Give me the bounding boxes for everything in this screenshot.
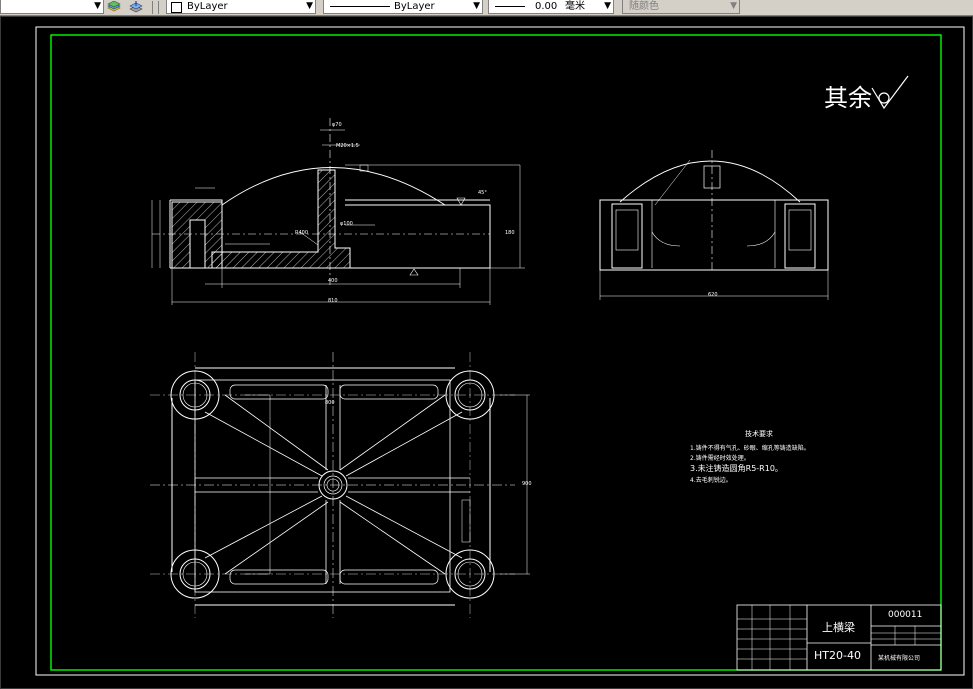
tech-requirement-3: 3.未注铸造圆角R5-R10。	[690, 464, 783, 473]
color-control-combo[interactable]: ByLayer ▼	[166, 0, 316, 14]
layer-previous-icon[interactable]	[107, 1, 121, 13]
tech-requirements-title: 技术要求	[745, 430, 773, 438]
front-view-section-foot	[171, 201, 223, 269]
side-view-arc	[619, 160, 801, 203]
front-view-section-l	[211, 169, 351, 269]
title-block-company: 某机械有限公司	[878, 655, 921, 662]
linetype-control-combo[interactable]: ByLayer ▼	[323, 0, 483, 14]
drawing-canvas[interactable]: 其余 φ70 M20×1.5 φ100 45° 180 R400 400 810…	[0, 16, 973, 689]
cad-drawing	[35, 26, 965, 676]
dim-height-right: 180	[505, 230, 515, 236]
side-view	[599, 150, 829, 300]
layer-states-icon[interactable]	[129, 1, 143, 13]
plotstyle-control-combo[interactable]: 随颜色 ▼	[622, 0, 740, 14]
dim-inner-front: 400	[328, 278, 338, 284]
dim-radius: R400	[295, 230, 309, 236]
tech-requirement-4: 4.去毛刺锐边。	[690, 477, 732, 484]
linetype-combo-value: ByLayer	[394, 1, 435, 12]
plotstyle-value: 随颜色	[629, 1, 659, 12]
title-block-part-name: 上横梁	[822, 621, 855, 634]
chevron-down-icon: ▼	[604, 1, 611, 11]
dim-width-side: 620	[708, 292, 718, 298]
color-combo-value: ByLayer	[187, 1, 228, 12]
tech-requirement-1: 1.铸件不得有气孔、砂眼、缩孔等铸造缺陷。	[690, 445, 810, 452]
surface-finish-symbol	[871, 75, 909, 110]
surface-finish-note: 其余	[824, 84, 872, 112]
title-block-material: HT20-40	[814, 649, 861, 662]
toolbar-separator	[158, 1, 159, 14]
dim-angle: 45°	[478, 190, 487, 196]
lineweight-control-combo[interactable]: 0.00 毫米 ▼	[488, 0, 614, 14]
dim-thread: M20×1.5	[336, 143, 359, 149]
tech-requirement-2: 2.铸件需经时效处理。	[690, 455, 750, 462]
dim-diameter-70: φ70	[332, 122, 342, 128]
chevron-down-icon: ▼	[306, 1, 313, 11]
toolbar-separator	[152, 1, 153, 14]
inner-sheet-frame	[50, 34, 942, 671]
dim-top-view-height: 900	[522, 481, 532, 487]
title-block-drawing-no: 000011	[888, 610, 923, 620]
dim-diameter-100: φ100	[340, 221, 353, 227]
layer-combo-stub[interactable]: ▼	[0, 0, 104, 14]
lineweight-unit: 毫米	[565, 1, 585, 12]
dim-top-view-width: 800	[325, 400, 335, 406]
chevron-down-icon: ▼	[94, 1, 101, 11]
top-view	[150, 352, 530, 618]
lineweight-preview-line	[495, 6, 525, 7]
properties-toolbar: ▼ ByLayer ▼ ByLayer ▼ 0.00 毫米 ▼ 随颜色 ▼	[0, 0, 973, 16]
color-swatch-icon	[171, 2, 182, 13]
lineweight-value: 0.00	[535, 1, 558, 12]
chevron-down-icon: ▼	[730, 1, 737, 11]
dim-width-front: 810	[328, 298, 338, 304]
chevron-down-icon: ▼	[473, 1, 480, 11]
outer-sheet-frame	[35, 26, 965, 676]
linetype-preview-line	[330, 6, 390, 7]
